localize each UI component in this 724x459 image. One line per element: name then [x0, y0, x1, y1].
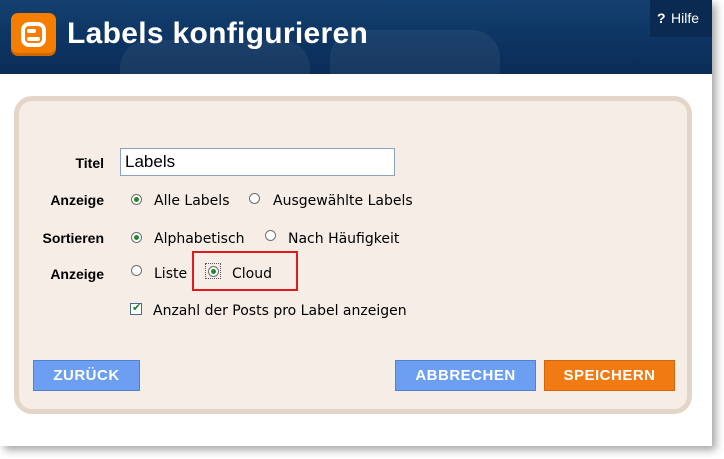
checkmark-icon: ✔ — [132, 301, 142, 314]
help-icon: ? — [657, 10, 666, 26]
radio-list[interactable] — [131, 265, 142, 276]
radio-cloud[interactable] — [208, 266, 219, 277]
save-button[interactable]: SPEICHERN — [544, 360, 675, 391]
radio-selected-labels[interactable] — [249, 193, 260, 204]
dialog-window: Labels konfigurieren ? Hilfe Titel Anzei… — [0, 0, 712, 446]
radio-frequency-label: Nach Häufigkeit — [288, 231, 400, 247]
help-button[interactable]: ? Hilfe — [650, 0, 712, 37]
back-button[interactable]: ZURÜCK — [33, 360, 140, 391]
radio-selected-labels-label: Ausgewählte Labels — [273, 193, 413, 209]
display-label: Anzeige — [50, 266, 104, 282]
radio-alphabetical-label: Alphabetisch — [154, 231, 245, 247]
radio-frequency[interactable] — [265, 230, 276, 241]
sort-label: Sortieren — [42, 230, 104, 246]
show-counts-checkbox[interactable]: ✔ — [130, 301, 142, 315]
radio-list-label: Liste — [154, 266, 188, 282]
title-input[interactable] — [120, 148, 395, 176]
radio-cloud-label: Cloud — [232, 266, 272, 282]
title-bar: Labels konfigurieren ? Hilfe — [0, 0, 712, 74]
title-field-label: Titel — [75, 155, 104, 171]
page-title: Labels konfigurieren — [67, 17, 369, 50]
show-labels-label: Anzeige — [50, 192, 104, 208]
blogger-logo-icon — [11, 13, 56, 56]
radio-all-labels[interactable] — [131, 194, 142, 205]
help-label: Hilfe — [671, 10, 700, 26]
radio-all-labels-label: Alle Labels — [154, 193, 230, 209]
cancel-button[interactable]: ABBRECHEN — [395, 360, 536, 391]
radio-alphabetical[interactable] — [131, 232, 142, 243]
show-counts-label: Anzahl der Posts pro Label anzeigen — [153, 303, 407, 319]
